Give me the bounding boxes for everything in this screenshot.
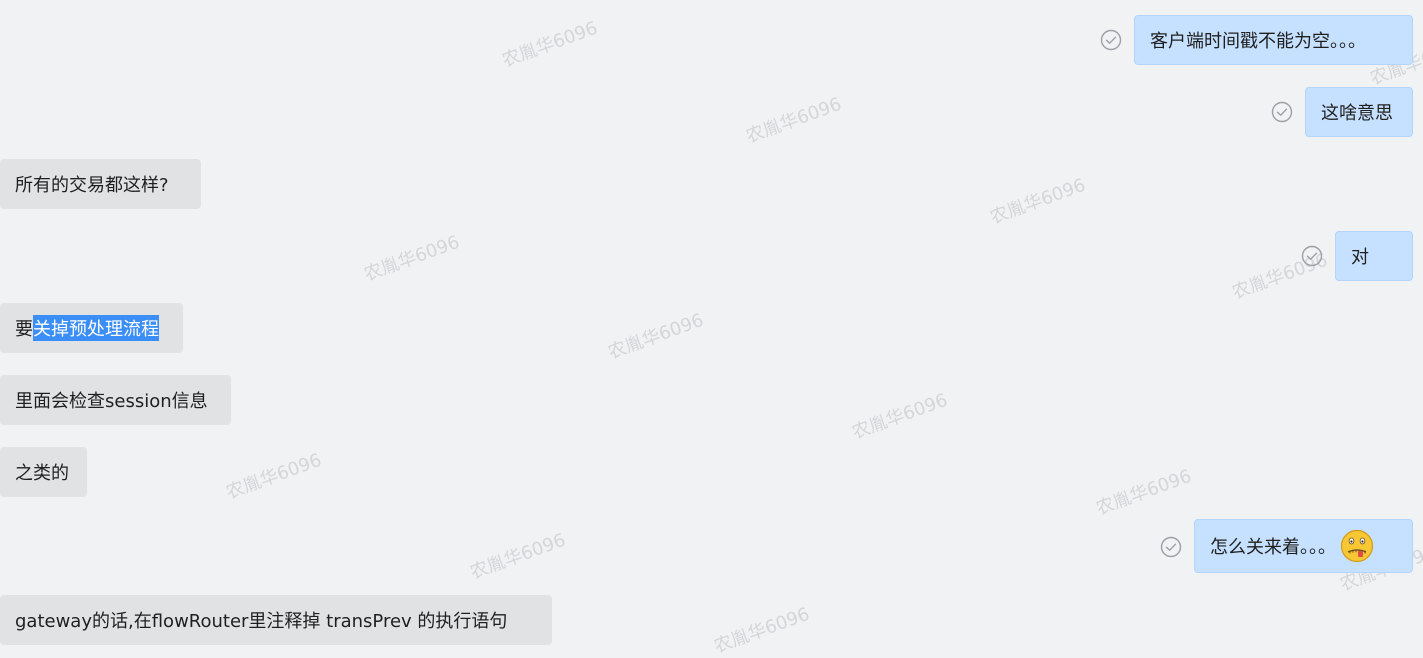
- message-text: 对: [1351, 247, 1369, 268]
- message-text: 这啥意思: [1321, 103, 1393, 124]
- message-text: 要: [15, 319, 33, 340]
- message-text: 所有的交易都这样?: [15, 175, 169, 196]
- watermark: 农胤华6096: [849, 389, 951, 444]
- message-bubble-incoming[interactable]: 之类的: [0, 447, 87, 497]
- watermark: 农胤华6096: [361, 231, 463, 286]
- message-text: 怎么关来着。。。: [1210, 537, 1336, 558]
- message-bubble-incoming[interactable]: gateway的话,在flowRouter里注释掉 transPrev 的执行语…: [0, 595, 552, 645]
- selected-text: 关掉预处理流程: [33, 315, 159, 341]
- watermark: 农胤华6096: [711, 603, 813, 658]
- message-bubble-outgoing[interactable]: 这啥意思: [1305, 87, 1413, 137]
- check-circle-icon: [1271, 101, 1293, 123]
- check-circle-icon: [1100, 29, 1122, 51]
- zipper-mouth-face-icon: [1340, 529, 1374, 563]
- watermark: 农胤华6096: [499, 17, 601, 72]
- watermark: 农胤华6096: [605, 309, 707, 364]
- message-bubble-incoming[interactable]: 要关掉预处理流程: [0, 303, 183, 353]
- watermark: 农胤华6096: [223, 449, 325, 504]
- watermark: 农胤华6096: [467, 529, 569, 584]
- watermark: 农胤华6096: [1093, 465, 1195, 520]
- message-bubble-outgoing[interactable]: 对: [1335, 231, 1413, 281]
- message-text: 客户端时间戳不能为空。。。: [1150, 31, 1366, 52]
- message-text: gateway的话,在flowRouter里注释掉 transPrev 的执行语…: [15, 611, 508, 632]
- message-text: 里面会检查session信息: [15, 391, 208, 412]
- check-circle-icon: [1301, 245, 1323, 267]
- chat-message-list: 农胤华6096 农胤华6096 农胤华6096 农胤华6096 农胤华6096 …: [0, 0, 1423, 657]
- watermark: 农胤华6096: [987, 174, 1089, 229]
- message-bubble-incoming[interactable]: 里面会检查session信息: [0, 375, 231, 425]
- watermark: 农胤华6096: [743, 93, 845, 148]
- message-bubble-outgoing[interactable]: 怎么关来着。。。: [1194, 519, 1413, 573]
- message-bubble-incoming[interactable]: 所有的交易都这样?: [0, 159, 201, 209]
- check-circle-icon: [1160, 536, 1182, 558]
- message-text: 之类的: [15, 463, 69, 484]
- message-bubble-outgoing[interactable]: 客户端时间戳不能为空。。。: [1134, 15, 1413, 65]
